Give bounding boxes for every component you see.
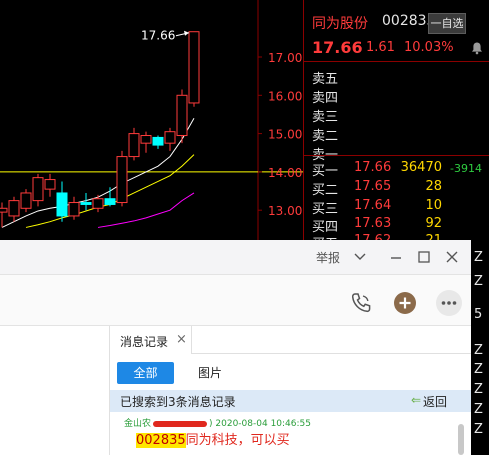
- message-history-pane: 消息记录 × 全部 图片 已搜索到3条消息记录 ⇐ 返回 金山农) 2020-0…: [110, 326, 471, 455]
- price-tick-label: 13.00: [268, 204, 302, 218]
- price-tick-label: 17.00: [268, 51, 302, 65]
- edge-char: Z: [474, 382, 483, 397]
- more-options-icon[interactable]: [435, 289, 463, 317]
- edge-char: Z: [474, 362, 483, 377]
- buy-level-price: 17.66: [354, 160, 392, 175]
- candle-up: [176, 94, 188, 137]
- bell-icon[interactable]: [470, 41, 484, 55]
- divider: [304, 61, 489, 62]
- filter-images-button[interactable]: 图片: [186, 362, 234, 384]
- candlestick-chart[interactable]: 17.00 16.00 15.00 14.00 13.00 17.66: [0, 0, 303, 240]
- message-sender-suffix: ): [209, 419, 213, 429]
- buy-level-price: 17.65: [354, 179, 392, 194]
- edge-char: 5: [474, 307, 483, 322]
- back-link[interactable]: 返回: [423, 393, 447, 410]
- edge-char: Z: [474, 274, 483, 289]
- buy-level-volume: 10: [425, 198, 442, 213]
- edge-char: Z: [474, 402, 483, 417]
- candle-up: [188, 31, 200, 104]
- divider: [192, 353, 471, 354]
- back-arrow-icon[interactable]: ⇐: [411, 393, 421, 407]
- peak-arrow-head: [184, 30, 189, 36]
- search-highlight: 002835: [136, 433, 186, 448]
- candle-up: [32, 177, 44, 202]
- candle-up: [140, 135, 152, 144]
- divider: [304, 155, 489, 156]
- chat-conversation-area: [0, 326, 110, 455]
- tab-label: 消息记录: [120, 335, 169, 349]
- search-result-count: 已搜索到3条消息记录: [120, 395, 236, 409]
- tab-message-history[interactable]: 消息记录 ×: [110, 326, 192, 354]
- candle-up: [128, 133, 140, 158]
- message-meta: 金山农) 2020-08-04 10:46:55: [124, 416, 311, 429]
- edge-char: Z: [474, 422, 483, 437]
- search-result-bar: 已搜索到3条消息记录 ⇐ 返回: [110, 390, 471, 412]
- buy-level-volume: 28: [425, 179, 442, 194]
- message-timestamp: 2020-08-04 10:46:55: [215, 419, 311, 429]
- close-tab-icon[interactable]: ×: [176, 332, 187, 347]
- sell-level-row: 卖四: [304, 84, 489, 106]
- peak-price-label: 17.66: [141, 29, 175, 43]
- price-tick-label: 14.00: [268, 166, 302, 180]
- redaction-mark: [153, 420, 208, 427]
- chat-window: 举报 消息记录 × 全部 图片 已搜索到3条消息记录 ⇐ 返回 金山农) 20…: [0, 240, 471, 455]
- stock-name: 同为股份: [312, 16, 368, 32]
- candle-up: [8, 200, 20, 217]
- filter-all-button[interactable]: 全部: [117, 362, 174, 384]
- buy-level-diff: -3914: [450, 162, 482, 175]
- sell-level-row: 卖三: [304, 103, 489, 125]
- chat-titlebar: 举报: [0, 240, 471, 274]
- buy-level-volume: 36470: [400, 160, 442, 175]
- chat-toolbar: [0, 274, 471, 326]
- add-icon[interactable]: [392, 290, 418, 316]
- candle-up: [164, 131, 176, 144]
- candle-up: [116, 156, 128, 204]
- candle-down: [80, 202, 92, 205]
- candle-up: [44, 179, 56, 190]
- price-change: 1.61: [366, 40, 395, 55]
- terminal-edge-strip: Z Z 5 Z Z Z Z Z: [471, 240, 489, 455]
- candle-up: [0, 207, 8, 213]
- phone-call-icon[interactable]: [348, 290, 374, 316]
- message-text[interactable]: 002835同为科技，可以买: [136, 429, 290, 448]
- candle-down: [152, 136, 164, 146]
- scrollbar[interactable]: [458, 424, 464, 455]
- candle-down: [104, 198, 116, 205]
- maximize-icon[interactable]: [416, 249, 432, 265]
- candle-up: [20, 192, 32, 209]
- minimize-icon[interactable]: [388, 249, 404, 265]
- sell-level-row: 卖五: [304, 65, 489, 87]
- candle-down: [56, 192, 68, 217]
- buy-level-row: 买二 17.65 28: [304, 176, 489, 198]
- candle-up: [68, 202, 80, 217]
- message-body: 同为科技，可以买: [185, 433, 290, 448]
- add-watchlist-button[interactable]: 一自选: [428, 13, 466, 34]
- buy-level-row: 买一 17.66 36470 -3914: [304, 157, 489, 179]
- edge-char: Z: [474, 343, 483, 358]
- close-icon[interactable]: [444, 249, 460, 265]
- price-change-percent: 10.03%: [404, 40, 454, 55]
- buy-level-volume: 92: [425, 216, 442, 231]
- quote-panel: 同为股份 002835 一自选 17.66 1.61 10.03% 卖五 卖四 …: [303, 0, 489, 252]
- price-tick-label: 15.00: [268, 128, 302, 142]
- last-price: 17.66: [312, 38, 363, 57]
- sell-level-row: 卖二: [304, 122, 489, 144]
- candle-up: [92, 198, 104, 209]
- buy-level-price: 17.64: [354, 198, 392, 213]
- message-sender: 金山农: [124, 419, 152, 429]
- quote-header: 同为股份 002835 一自选: [304, 0, 489, 36]
- edge-char: Z: [474, 250, 483, 265]
- report-link[interactable]: 举报: [316, 249, 340, 266]
- chevron-down-icon[interactable]: [352, 249, 368, 265]
- buy-level-price: 17.63: [354, 216, 392, 231]
- ma-long-line: [97, 192, 195, 228]
- buy-level-row: 买三 17.64 10: [304, 195, 489, 217]
- price-tick-label: 16.00: [268, 89, 302, 103]
